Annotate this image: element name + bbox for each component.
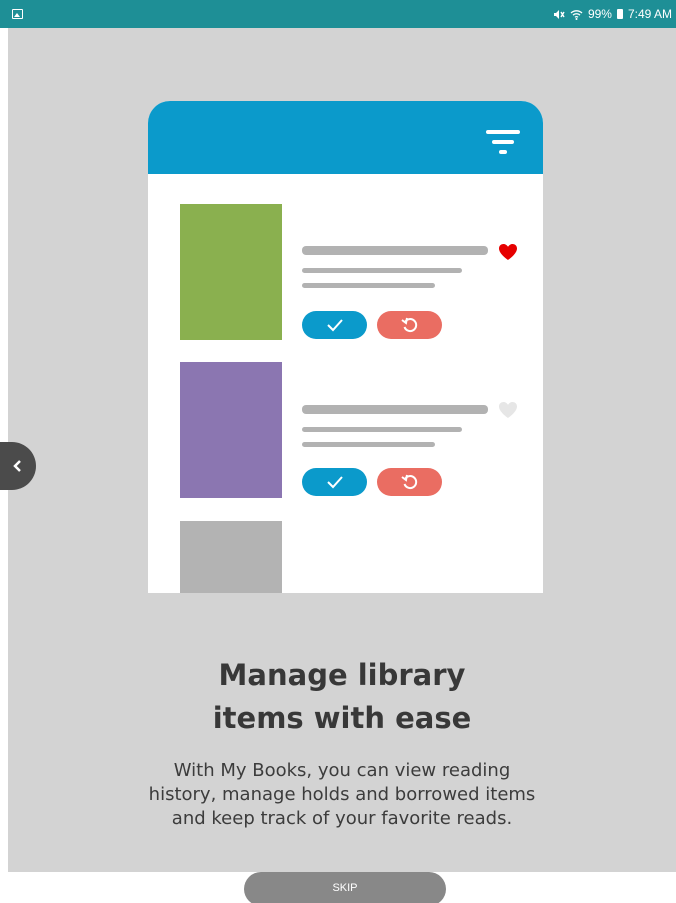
book-cover (180, 362, 282, 498)
illustration-header (148, 101, 543, 174)
renew-icon (400, 317, 417, 333)
gallery-icon (12, 9, 23, 19)
check-icon (326, 319, 343, 332)
clock: 7:49 AM (627, 7, 672, 21)
book-cover (180, 521, 282, 593)
mute-icon (553, 9, 565, 20)
title-line-2: items with ease (212, 701, 472, 735)
title-line (302, 405, 488, 414)
subtitle-line (302, 268, 462, 273)
check-icon (326, 476, 343, 489)
heart-empty-icon[interactable] (498, 401, 518, 419)
description-line-1: With My Books, you can view reading (173, 760, 511, 781)
battery-percent: 99% (587, 7, 612, 21)
subtitle-line (302, 427, 462, 432)
onboarding-description: With My Books, you can view reading hist… (8, 759, 676, 831)
subtitle-line (302, 442, 435, 447)
title-line-1: Manage library (218, 658, 466, 692)
title-line (302, 246, 488, 255)
onboarding-panel (8, 28, 676, 872)
status-icons: 99% 7:49 AM (553, 0, 672, 28)
onboarding-title: Manage library items with ease (8, 654, 676, 740)
checkout-button[interactable] (302, 468, 367, 496)
description-line-2: history, manage holds and borrowed items (148, 784, 536, 805)
renew-icon (400, 474, 417, 490)
renew-button[interactable] (377, 311, 442, 339)
checkout-button[interactable] (302, 311, 367, 339)
chevron-left-icon (13, 460, 21, 472)
status-bar: 99% 7:49 AM (0, 0, 676, 28)
heart-filled-icon[interactable] (498, 243, 518, 261)
book-cover (180, 204, 282, 340)
skip-label: SKIP (332, 882, 358, 894)
description-line-3: and keep track of your favorite reads. (171, 808, 513, 829)
illustration-phone (148, 101, 543, 593)
wifi-icon (570, 9, 583, 20)
subtitle-line (302, 283, 435, 288)
skip-button[interactable]: SKIP (244, 872, 446, 903)
renew-button[interactable] (377, 468, 442, 496)
filter-icon (486, 130, 520, 154)
battery-icon (616, 9, 623, 19)
